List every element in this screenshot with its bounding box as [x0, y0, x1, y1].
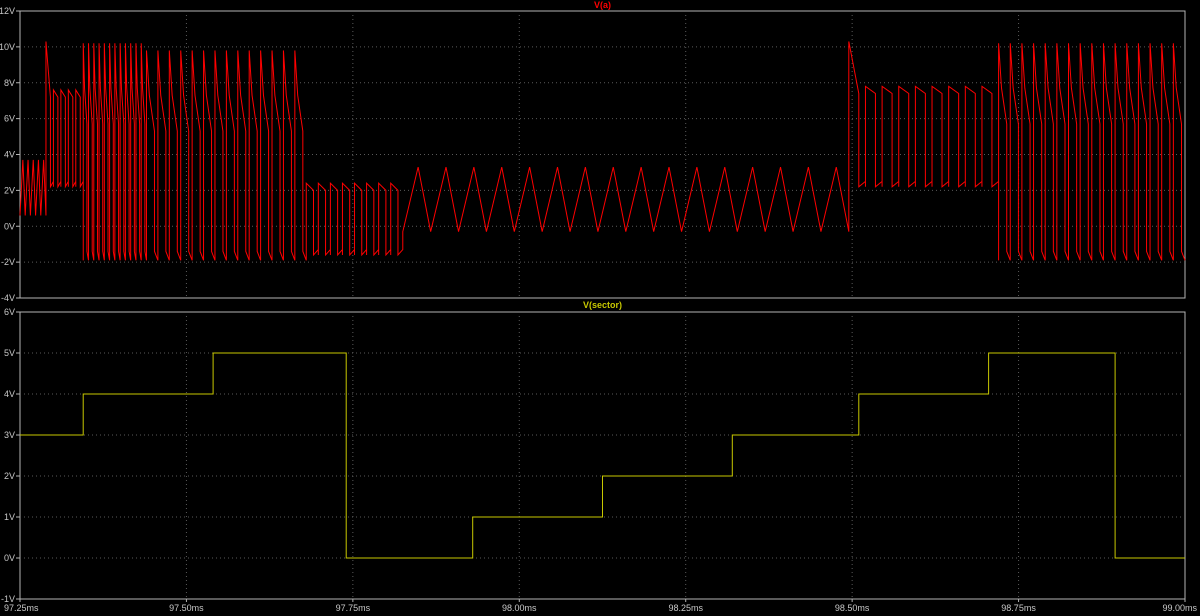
y-tick-label: 12V — [0, 6, 15, 16]
pane-sector-grid — [16, 311, 1185, 600]
pane-sector: 6V5V4V3V2V1V0V-1V V(sector) — [1, 300, 1186, 604]
x-tick-label: 97.50ms — [169, 603, 204, 613]
y-tick-label: 6V — [4, 307, 15, 317]
x-tick-label: 99.00ms — [1162, 603, 1197, 613]
y-tick-label: -2V — [1, 257, 15, 267]
y-tick-label: 4V — [4, 389, 15, 399]
y-tick-label: 10V — [0, 42, 15, 52]
waveform-viewer: 12V 10V 8V 6V 4V 2V 0V -2V -4V V(a) 6V 5V 4V 3V 2V 1V… — [0, 0, 1197, 613]
y-tick-label: 0V — [4, 221, 15, 231]
pane-va-y-tick-labels: 12V 10V 8V 6V 4V 2V 0V -2V -4V — [0, 6, 15, 303]
pane-va-grid — [16, 10, 1185, 299]
x-tick-label: 98.75ms — [1001, 603, 1036, 613]
y-tick-label: 4V — [4, 150, 15, 160]
y-tick-label: 6V — [4, 114, 15, 124]
y-tick-label: 0V — [4, 553, 15, 563]
x-tick-label: 98.50ms — [835, 603, 870, 613]
y-tick-label: -4V — [1, 293, 15, 303]
pane-sector-frame — [19, 311, 1186, 600]
y-tick-label: 1V — [4, 512, 15, 522]
x-tick-label: 98.25ms — [668, 603, 703, 613]
x-axis-tick-labels: 97.25ms 97.50ms 97.75ms 98.00ms 98.25ms 98.50… — [4, 599, 1197, 613]
y-tick-label: 8V — [4, 78, 15, 88]
pane-sector-y-tick-labels: 6V5V4V3V2V1V0V-1V — [1, 307, 15, 604]
x-tick-label: 97.75ms — [336, 603, 371, 613]
y-tick-label: 2V — [4, 471, 15, 481]
y-tick-label: 2V — [4, 185, 15, 195]
y-tick-label: 5V — [4, 348, 15, 358]
pane-va: 12V 10V 8V 6V 4V 2V 0V -2V -4V V(a) — [0, 0, 1186, 303]
pane-va-title: V(a) — [594, 0, 611, 10]
x-tick-label: 98.00ms — [502, 603, 537, 613]
y-tick-label: 3V — [4, 430, 15, 440]
pane-sector-title: V(sector) — [583, 300, 622, 310]
va-trace — [19, 41, 1186, 261]
sector-trace — [20, 352, 1185, 559]
x-tick-label: 97.25ms — [4, 603, 39, 613]
